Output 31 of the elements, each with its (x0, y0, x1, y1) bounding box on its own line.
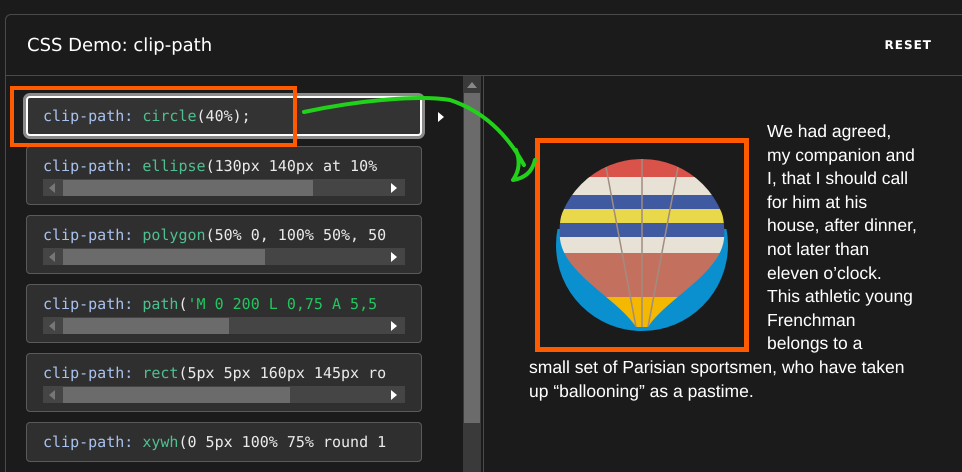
code-line: clip-path: circle(40%); (43, 106, 252, 127)
reset-button[interactable]: RESET (874, 32, 942, 58)
scroll-left-icon[interactable] (49, 390, 55, 400)
horizontal-scrollbar[interactable] (43, 317, 405, 334)
code-line: clip-path: xywh(0 5px 100% 75% round 1 (43, 432, 388, 453)
code-example[interactable]: clip-path: xywh(0 5px 100% 75% round 1 (26, 422, 422, 462)
code-example[interactable]: clip-path: polygon(50% 0, 100% 50%, 50 (26, 215, 422, 274)
scroll-left-icon[interactable] (49, 320, 55, 330)
horizontal-scrollbar[interactable] (43, 179, 405, 196)
code-line: clip-path: polygon(50% 0, 100% 50%, 50 (43, 225, 388, 246)
selected-marker-icon (438, 112, 444, 122)
code-example[interactable]: clip-path: path('M 0 200 L 0,75 A 5,5 (26, 284, 422, 343)
horizontal-scrollbar[interactable] (43, 248, 405, 265)
code-line: clip-path: path('M 0 200 L 0,75 A 5,5 (43, 294, 378, 315)
paragraph-text: small set of Parisian sportsmen, who have taken up “ballooning” as a pastime. (529, 356, 906, 403)
code-example[interactable]: clip-path: circle(40%); (26, 96, 422, 136)
scroll-right-icon[interactable] (391, 390, 397, 400)
scroll-left-icon[interactable] (49, 182, 55, 192)
code-example[interactable]: clip-path: ellipse(130px 140px at 10% (26, 146, 422, 205)
paragraph-text: We had agreed, my companion and I, that I should call for him at his house, after dinner, not later than eleven o’clock. This athletic young Frenchman belongs to a (767, 120, 918, 356)
code-line: clip-path: ellipse(130px 140px at 10% (43, 156, 378, 177)
scroll-up-icon[interactable] (467, 81, 477, 89)
scroll-right-icon[interactable] (391, 252, 397, 262)
vertical-scrollbar[interactable] (463, 76, 481, 472)
demo-title: CSS Demo: clip-path (27, 34, 212, 56)
code-line: clip-path: rect(5px 5px 160px 145px ro (43, 363, 388, 384)
scroll-right-icon[interactable] (391, 320, 397, 330)
horizontal-scrollbar[interactable] (43, 386, 405, 403)
scroll-right-icon[interactable] (391, 182, 397, 192)
code-example[interactable]: clip-path: rect(5px 5px 160px 145px ro (26, 353, 422, 412)
scroll-left-icon[interactable] (49, 252, 55, 262)
